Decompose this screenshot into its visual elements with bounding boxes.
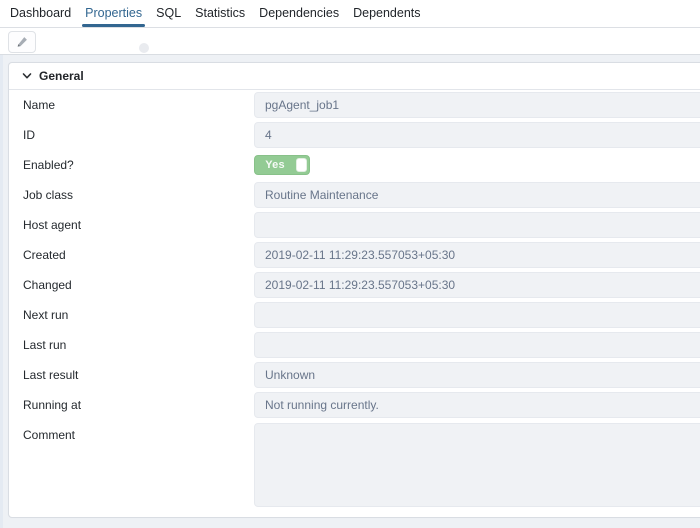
next-run-field: [254, 302, 700, 328]
name-label: Name: [9, 98, 254, 112]
comment-label: Comment: [9, 428, 254, 442]
changed-label: Changed: [9, 278, 254, 292]
property-row-next-run: Next run: [9, 300, 700, 330]
tab-dashboard[interactable]: Dashboard: [3, 0, 78, 27]
left-edge-strip: [0, 55, 3, 528]
tab-statistics[interactable]: Statistics: [188, 0, 252, 27]
section-header-general[interactable]: General: [9, 63, 700, 90]
changed-field: 2019-02-11 11:29:23.557053+05:30: [254, 272, 700, 298]
last-result-label: Last result: [9, 368, 254, 382]
property-row-created: Created 2019-02-11 11:29:23.557053+05:30: [9, 240, 700, 270]
properties-tab-bar: Dashboard Properties SQL Statistics Depe…: [0, 0, 700, 28]
property-row-comment: Comment: [9, 420, 700, 516]
toggle-knob: [296, 158, 307, 172]
name-field: pgAgent_job1: [254, 92, 700, 118]
last-run-field: [254, 332, 700, 358]
id-field: 4: [254, 122, 700, 148]
tab-dependencies[interactable]: Dependencies: [252, 0, 346, 27]
general-rows: Name pgAgent_job1 ID 4 Enabled? Yes Job …: [9, 90, 700, 516]
property-row-name: Name pgAgent_job1: [9, 90, 700, 120]
created-field: 2019-02-11 11:29:23.557053+05:30: [254, 242, 700, 268]
host-agent-label: Host agent: [9, 218, 254, 232]
next-run-label: Next run: [9, 308, 254, 322]
properties-toolbar: [0, 28, 700, 55]
tab-sql[interactable]: SQL: [149, 0, 188, 27]
comment-textarea: [254, 423, 700, 507]
last-run-label: Last run: [9, 338, 254, 352]
last-result-field: Unknown: [254, 362, 700, 388]
job-class-label: Job class: [9, 188, 254, 202]
created-label: Created: [9, 248, 254, 262]
pencil-icon: [15, 35, 29, 49]
property-row-enabled: Enabled? Yes: [9, 150, 700, 180]
property-row-job-class: Job class Routine Maintenance: [9, 180, 700, 210]
property-row-changed: Changed 2019-02-11 11:29:23.557053+05:30: [9, 270, 700, 300]
running-at-field: Not running currently.: [254, 392, 700, 418]
section-title: General: [39, 69, 84, 83]
job-class-field: Routine Maintenance: [254, 182, 700, 208]
tab-properties[interactable]: Properties: [78, 0, 149, 27]
chevron-down-icon: [22, 71, 32, 81]
enabled-label: Enabled?: [9, 158, 254, 172]
edit-object-button[interactable]: [8, 31, 36, 53]
property-row-last-result: Last result Unknown: [9, 360, 700, 390]
property-row-id: ID 4: [9, 120, 700, 150]
property-row-running-at: Running at Not running currently.: [9, 390, 700, 420]
host-agent-field: [254, 212, 700, 238]
divider-dot: [139, 43, 149, 53]
enabled-toggle-label: Yes: [255, 159, 295, 171]
id-label: ID: [9, 128, 254, 142]
properties-panel: General Name pgAgent_job1 ID 4 Enabled? …: [8, 62, 700, 518]
property-row-last-run: Last run: [9, 330, 700, 360]
tab-dependents[interactable]: Dependents: [346, 0, 427, 27]
enabled-toggle: Yes: [254, 155, 310, 175]
running-at-label: Running at: [9, 398, 254, 412]
property-row-host-agent: Host agent: [9, 210, 700, 240]
